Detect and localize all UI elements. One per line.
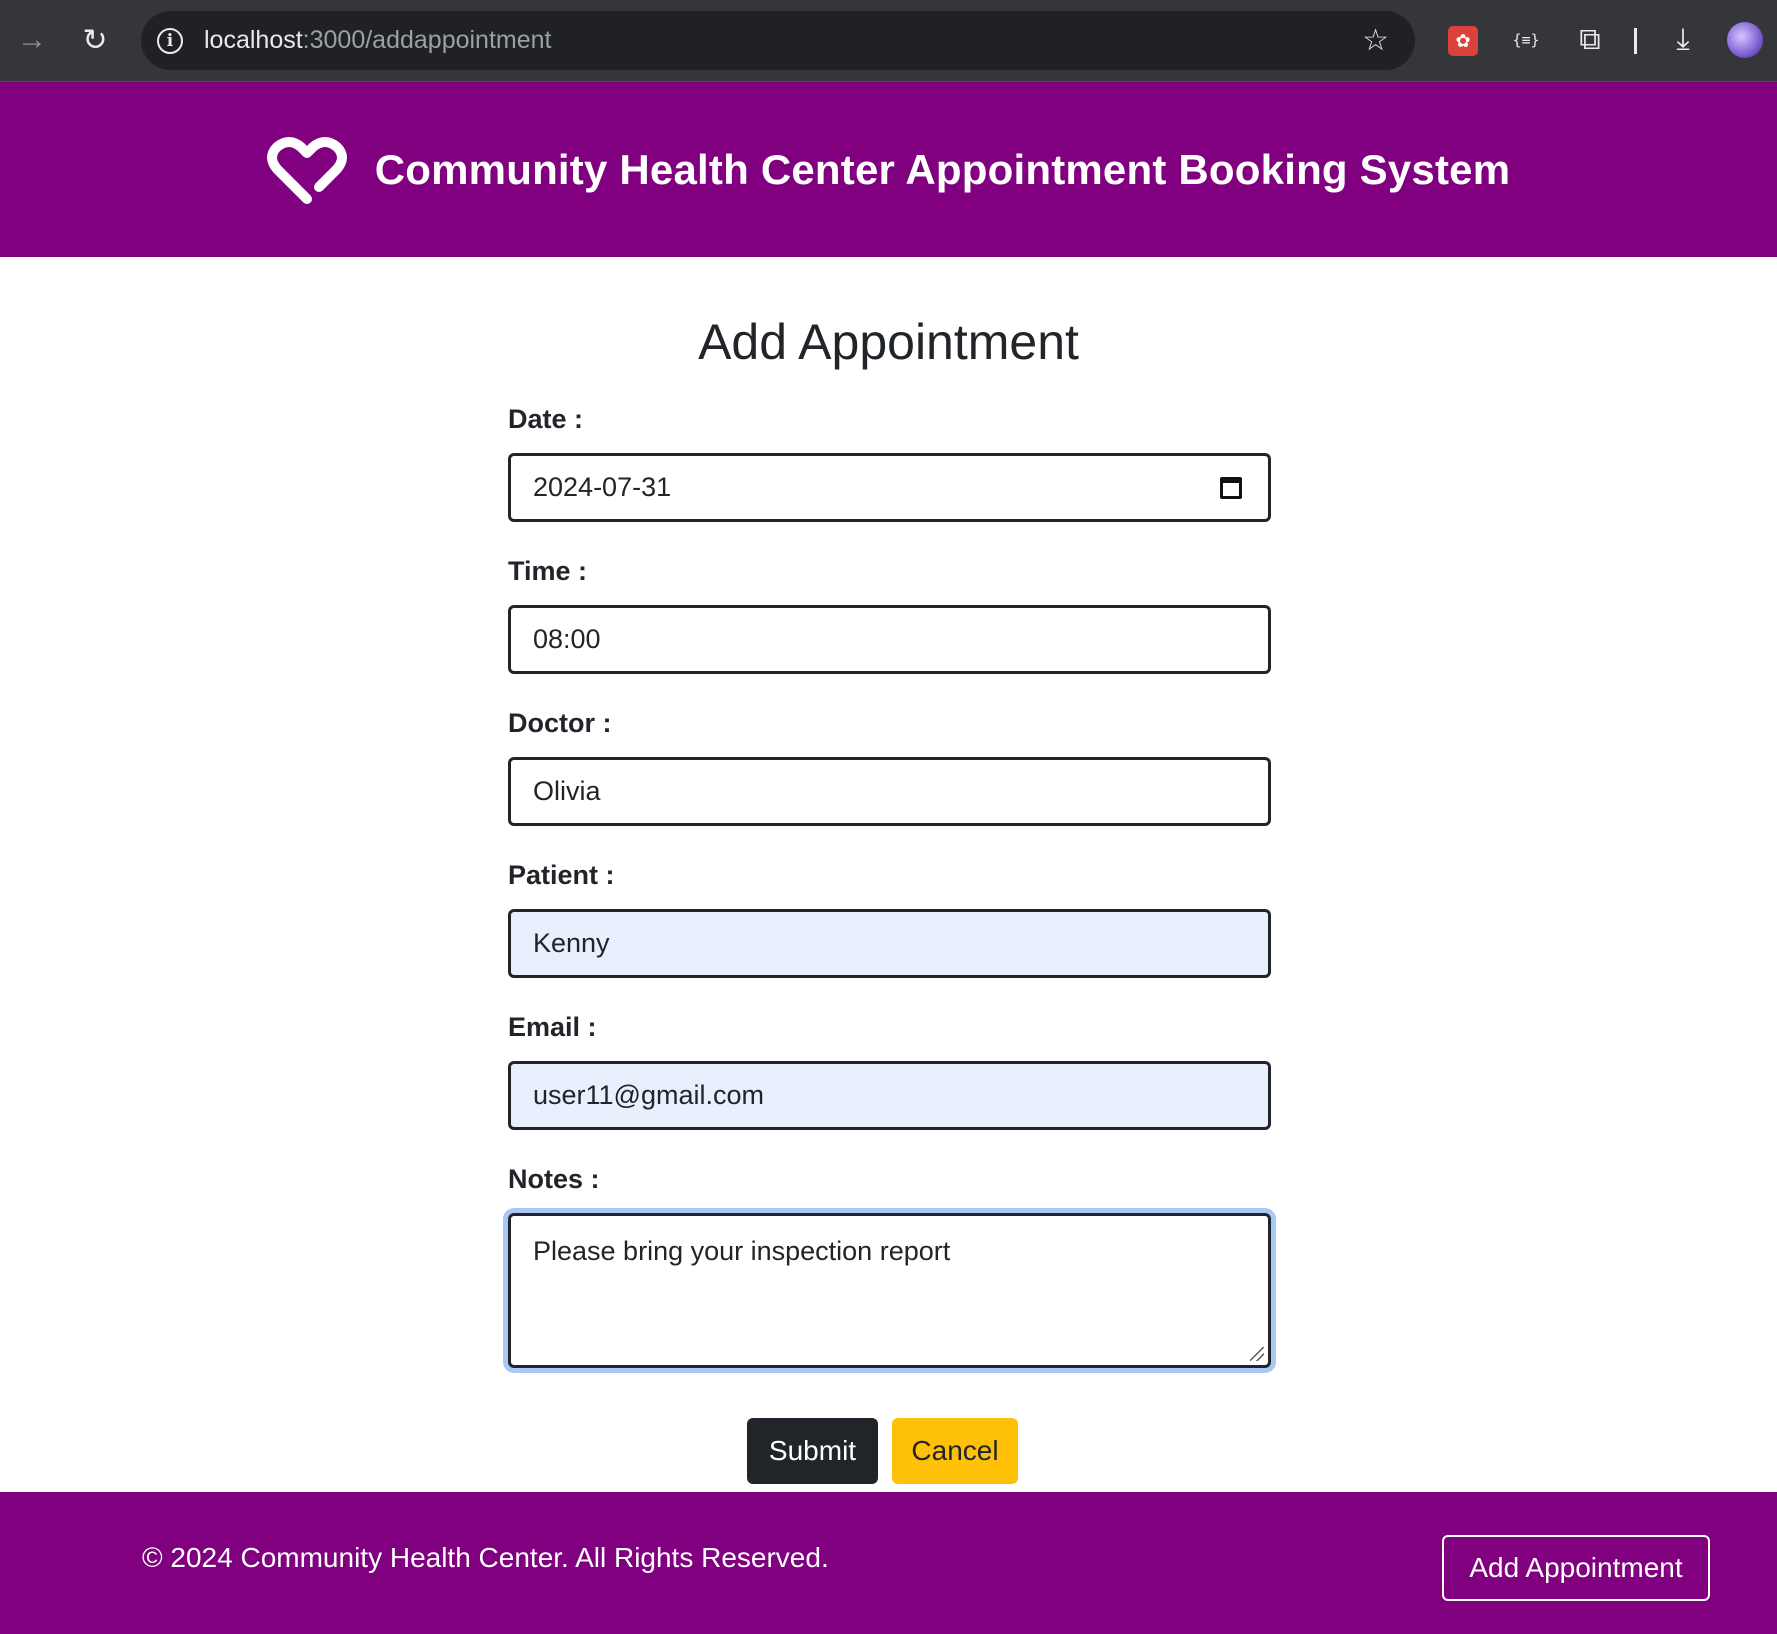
- bookmark-star-icon[interactable]: ☆: [1362, 23, 1389, 58]
- forward-arrow-icon[interactable]: →: [10, 18, 54, 62]
- browser-toolbar: → ↻ i localhost:3000/addappointment ☆ ✿ …: [0, 0, 1777, 82]
- heart-logo-icon: [266, 136, 347, 204]
- site-header: Community Health Center Appointment Book…: [0, 82, 1777, 257]
- footer-add-appointment-button[interactable]: Add Appointment: [1442, 1535, 1710, 1601]
- doctor-label: Doctor :: [508, 708, 612, 738]
- download-icon[interactable]: ⤓: [1663, 20, 1703, 60]
- url-path: :3000/addappointment: [302, 26, 552, 54]
- email-label: Email :: [508, 1012, 597, 1042]
- page-title: Add Appointment: [698, 314, 1079, 370]
- profile-avatar[interactable]: [1727, 22, 1763, 58]
- time-label: Time :: [508, 556, 588, 586]
- json-extension-icon[interactable]: {≡}: [1510, 20, 1542, 60]
- time-field-group: Time : 08:00: [508, 556, 1271, 674]
- cancel-button[interactable]: Cancel: [892, 1418, 1018, 1484]
- date-input[interactable]: 2024-07-31: [508, 453, 1271, 522]
- email-value: user11@gmail.com: [533, 1080, 764, 1110]
- calendar-icon[interactable]: [1220, 477, 1242, 499]
- site-title: Community Health Center Appointment Book…: [374, 145, 1511, 193]
- date-field-group: Date : 2024-07-31: [508, 404, 1271, 522]
- date-value: 2024-07-31: [533, 472, 672, 502]
- reload-icon[interactable]: ↻: [73, 18, 117, 62]
- copyright-text: © 2024 Community Health Center. All Righ…: [142, 1542, 829, 1573]
- time-value: 08:00: [533, 624, 601, 654]
- doctor-input[interactable]: Olivia: [508, 757, 1271, 826]
- patient-label: Patient :: [508, 860, 615, 890]
- add-appointment-page: Add Appointment Date : 2024-07-31 Time :…: [0, 257, 1777, 1493]
- address-bar[interactable]: i localhost:3000/addappointment ☆: [141, 11, 1415, 70]
- patient-input[interactable]: Kenny: [508, 909, 1271, 978]
- notes-label: Notes :: [508, 1164, 600, 1194]
- notes-field-group: Notes : Please bring your inspection rep…: [508, 1164, 1271, 1368]
- toolbar-divider: [1634, 28, 1637, 54]
- date-label: Date :: [508, 404, 584, 434]
- notes-textarea[interactable]: Please bring your inspection report: [508, 1213, 1271, 1368]
- url-text[interactable]: localhost:3000/addappointment: [204, 26, 552, 55]
- site-info-icon[interactable]: i: [157, 27, 183, 54]
- patient-field-group: Patient : Kenny: [508, 860, 1271, 978]
- resize-handle-icon[interactable]: [1250, 1347, 1264, 1361]
- doctor-field-group: Doctor : Olivia: [508, 708, 1271, 826]
- extensions-puzzle-icon[interactable]: ⧉: [1572, 20, 1608, 60]
- email-input[interactable]: user11@gmail.com: [508, 1061, 1271, 1130]
- notes-value: Please bring your inspection report: [533, 1236, 951, 1266]
- doctor-value: Olivia: [533, 776, 601, 806]
- time-input[interactable]: 08:00: [508, 605, 1271, 674]
- patient-value: Kenny: [533, 928, 610, 958]
- site-footer: © 2024 Community Health Center. All Righ…: [0, 1492, 1777, 1634]
- extension-icon[interactable]: ✿: [1448, 26, 1478, 56]
- appointment-form: Date : 2024-07-31 Time : 08:00 Doctor : …: [508, 404, 1271, 1402]
- submit-button[interactable]: Submit: [747, 1418, 878, 1484]
- email-field-group: Email : user11@gmail.com: [508, 1012, 1271, 1130]
- url-host: localhost: [204, 26, 303, 54]
